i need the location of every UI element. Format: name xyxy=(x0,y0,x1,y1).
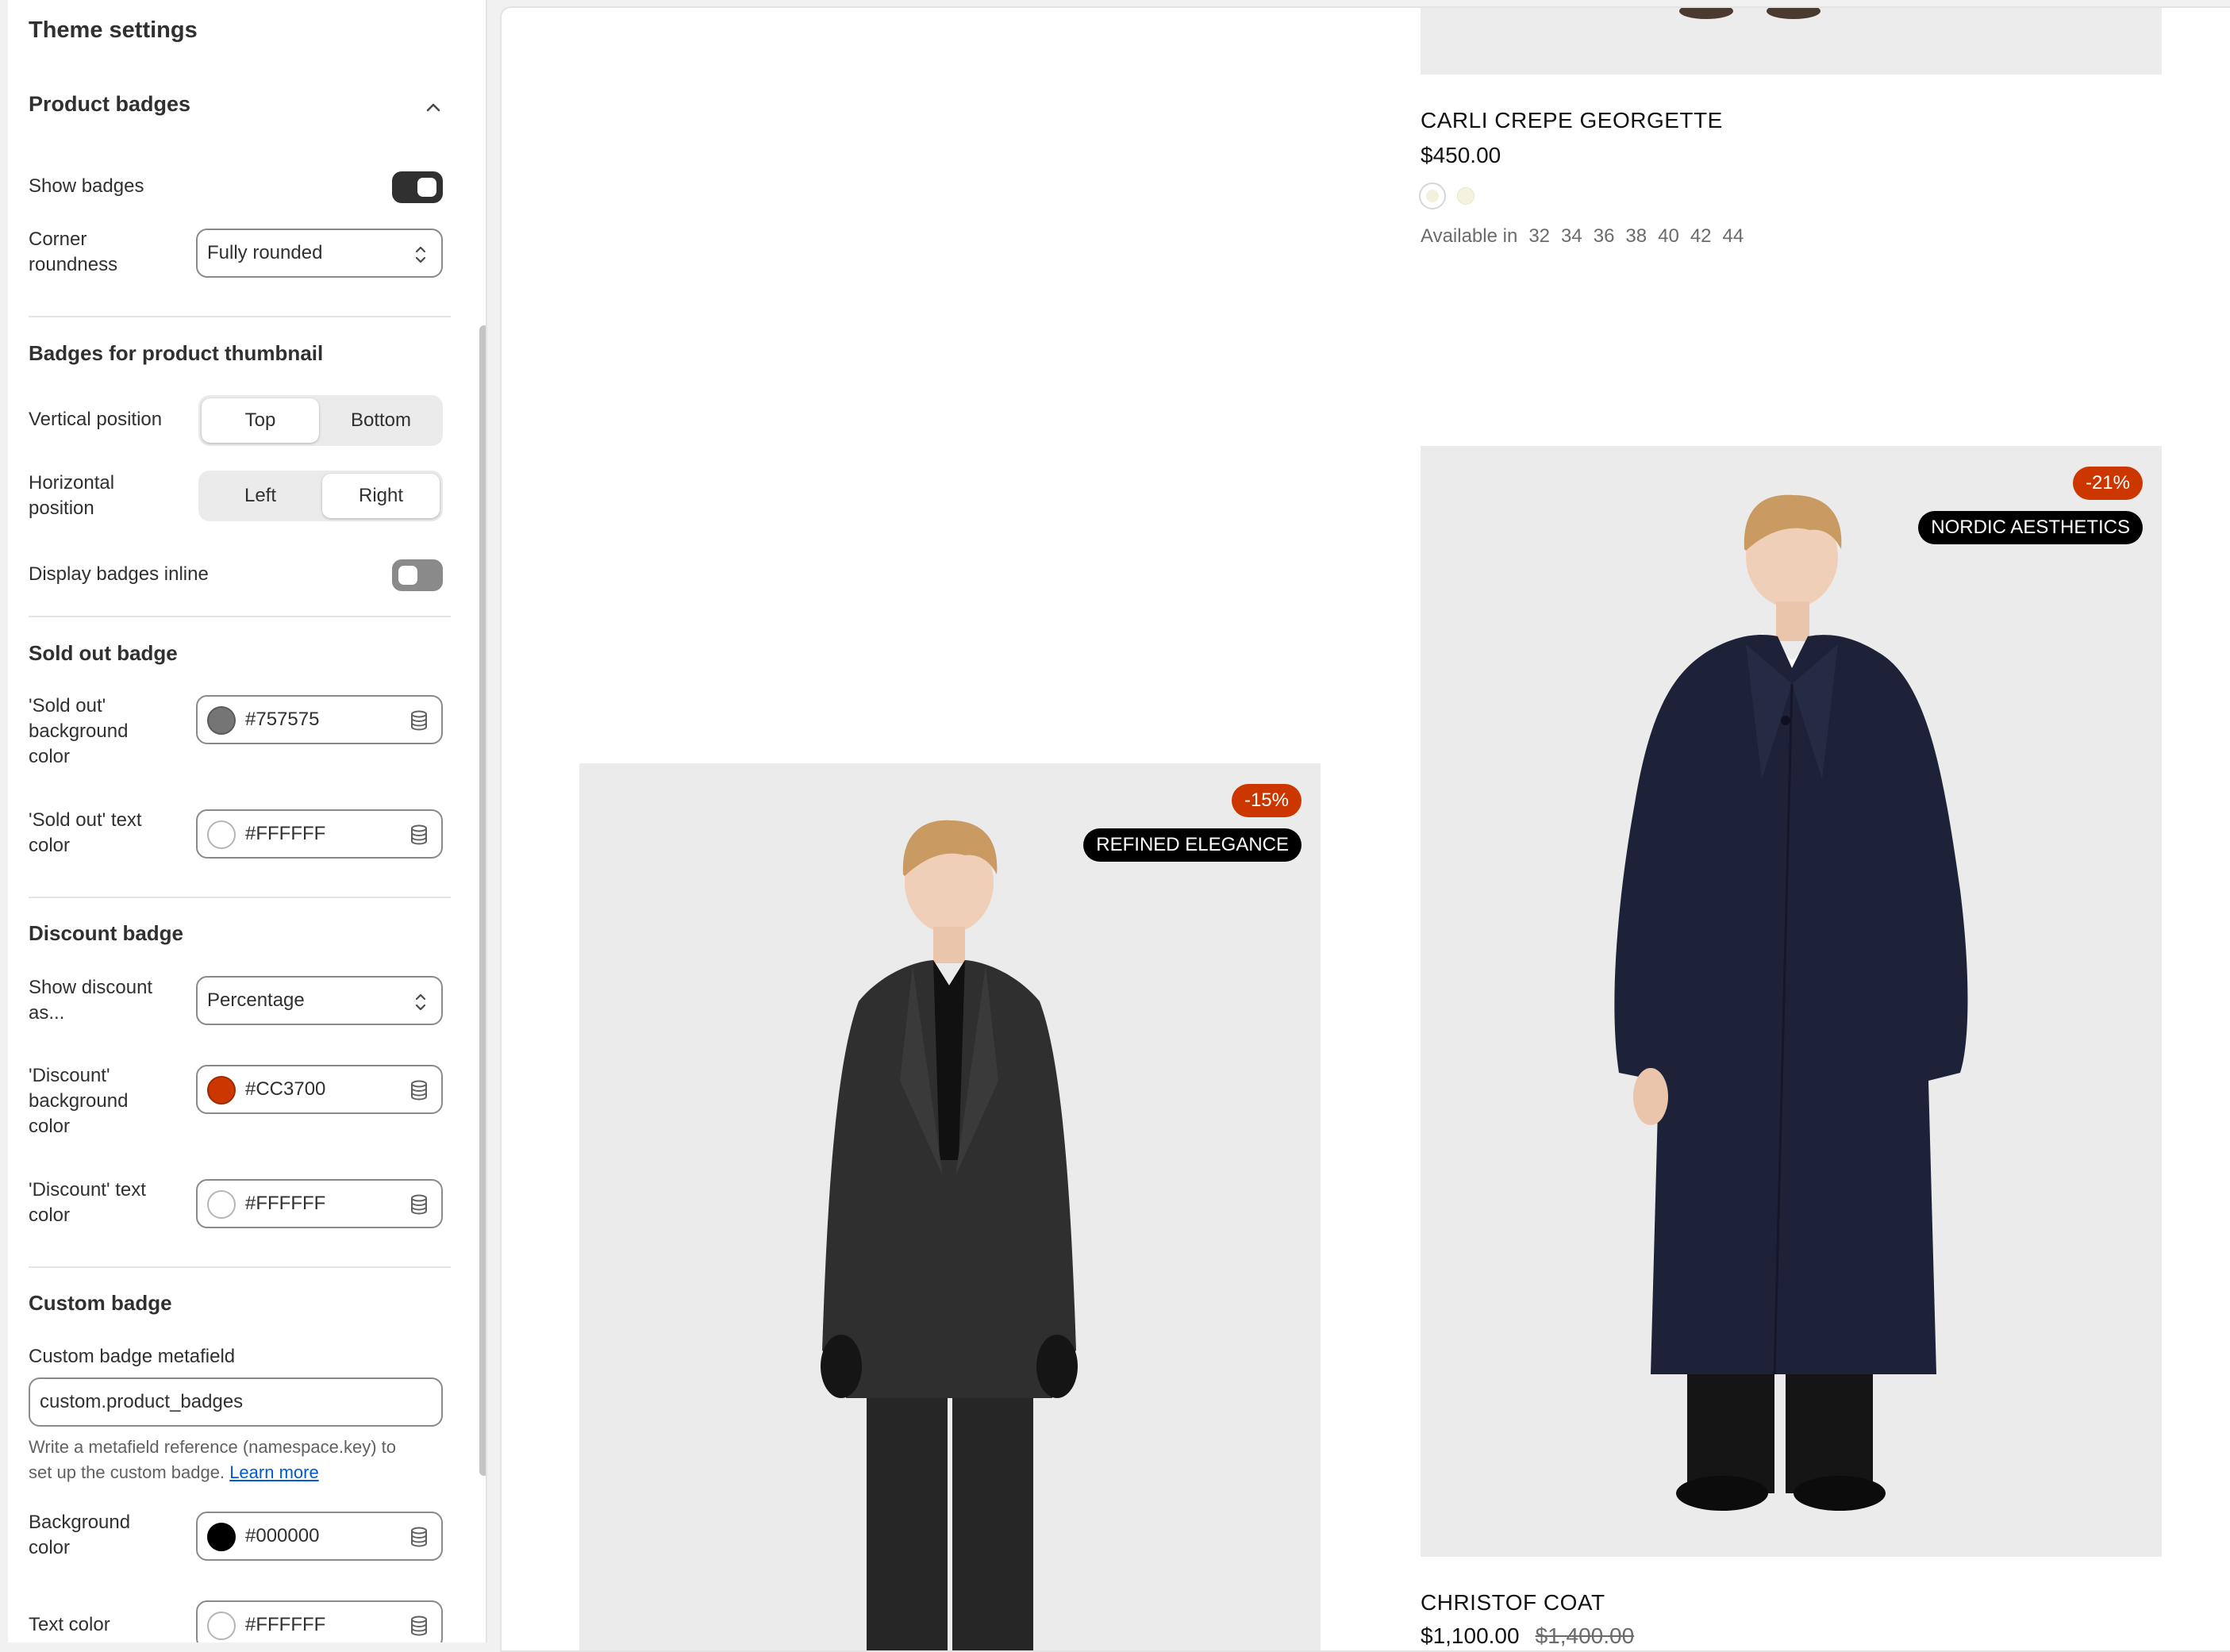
database-icon[interactable] xyxy=(409,710,429,731)
display-inline-toggle[interactable] xyxy=(392,559,443,591)
learn-more-link[interactable]: Learn more xyxy=(229,1462,319,1482)
color-swatch[interactable] xyxy=(1457,187,1474,205)
database-icon[interactable] xyxy=(409,1527,429,1547)
custom-badge: REFINED ELEGANCE xyxy=(1083,828,1301,862)
discount-bg-label: 'Discount' background color xyxy=(29,1065,129,1137)
corner-roundness-label: Corner roundness xyxy=(29,229,118,275)
compare-price: $1,400.00 xyxy=(1535,1623,1635,1648)
show-badges-toggle[interactable] xyxy=(392,171,443,203)
database-icon[interactable] xyxy=(409,824,429,845)
product-image-suit[interactable]: -15% REFINED ELEGANCE xyxy=(579,763,1321,1650)
storefront-preview: CARLI CREPE GEORGETTE $450.00 Available … xyxy=(500,6,2230,1652)
color-swatch[interactable] xyxy=(207,1523,236,1551)
horizontal-position-left[interactable]: Left xyxy=(202,474,319,518)
product-price: $450.00 xyxy=(1421,143,1501,167)
vertical-position-segmented: Top Bottom xyxy=(198,395,443,446)
product-image-coat[interactable]: -21% NORDIC AESTHETICS xyxy=(1421,446,2162,1557)
divider xyxy=(29,616,451,617)
model-suit-illustration xyxy=(821,820,1078,1650)
sold-out-bg-color-field[interactable]: #757575 xyxy=(196,695,443,744)
discount-badge: -15% xyxy=(1231,784,1301,817)
color-swatch[interactable] xyxy=(207,820,236,849)
custom-badge-heading: Custom badge xyxy=(29,1291,172,1315)
color-swatch-selected[interactable] xyxy=(1419,182,1446,209)
horizontal-position-segmented: Left Right xyxy=(198,471,443,521)
product-title[interactable]: CARLI CREPE GEORGETTE xyxy=(1421,108,1723,133)
color-swatch[interactable] xyxy=(207,1612,236,1640)
custom-metafield-help: Write a metafield reference (namespace.k… xyxy=(29,1437,397,1482)
custom-bg-color-field[interactable]: #000000 xyxy=(196,1512,443,1561)
database-icon[interactable] xyxy=(409,1616,429,1636)
theme-settings-panel: Theme settings Product badges Show badge… xyxy=(8,0,487,1642)
sold-out-bg-label: 'Sold out' background color xyxy=(29,695,129,767)
panel-scrollbar[interactable] xyxy=(479,325,486,1476)
color-swatch[interactable] xyxy=(207,1190,236,1219)
color-swatch[interactable] xyxy=(207,1076,236,1105)
discount-badge: -21% xyxy=(2072,467,2143,500)
product-image-top[interactable] xyxy=(1421,8,2162,75)
vertical-position-top[interactable]: Top xyxy=(202,398,319,443)
product-price: $1,100.00 $1,400.00 xyxy=(1421,1623,1635,1648)
divider xyxy=(29,897,451,898)
show-badges-label: Show badges xyxy=(29,175,144,197)
vertical-position-label: Vertical position xyxy=(29,409,163,430)
display-inline-label: Display badges inline xyxy=(29,563,209,585)
show-discount-select[interactable]: Percentage xyxy=(196,976,443,1025)
vertical-position-bottom[interactable]: Bottom xyxy=(322,398,440,443)
product-title[interactable]: CHRISTOF COAT xyxy=(1421,1590,1605,1616)
discount-heading: Discount badge xyxy=(29,921,184,945)
discount-text-label: 'Discount' text color xyxy=(29,1179,146,1226)
sold-out-text-label: 'Sold out' text color xyxy=(29,809,142,856)
shoes-illustration xyxy=(1679,8,1821,19)
database-icon[interactable] xyxy=(409,1080,429,1101)
custom-metafield-input[interactable]: custom.product_badges xyxy=(29,1377,443,1427)
custom-metafield-label: Custom badge metafield xyxy=(29,1346,236,1367)
thumbnail-badges-heading: Badges for product thumbnail xyxy=(29,341,324,365)
custom-badge: NORDIC AESTHETICS xyxy=(1918,511,2143,544)
select-arrows-icon xyxy=(415,246,426,263)
panel-title: Theme settings xyxy=(29,17,198,43)
sold-out-heading: Sold out badge xyxy=(29,641,178,665)
chevron-up-icon xyxy=(426,103,440,112)
custom-text-label: Text color xyxy=(29,1614,110,1635)
corner-roundness-select[interactable]: Fully rounded xyxy=(196,229,443,278)
divider xyxy=(29,1266,451,1268)
show-discount-label: Show discount as... xyxy=(29,977,153,1024)
color-swatch[interactable] xyxy=(207,706,236,735)
product-badges-header[interactable]: Product badges xyxy=(29,92,451,127)
available-sizes: Available in 32 34 36 38 40 42 44 xyxy=(1421,225,1744,247)
model-coat-illustration xyxy=(1614,494,1968,1511)
product-badges-heading: Product badges xyxy=(29,92,191,116)
discount-bg-color-field[interactable]: #CC3700 xyxy=(196,1065,443,1114)
select-arrows-icon xyxy=(415,993,426,1011)
horizontal-position-right[interactable]: Right xyxy=(322,474,440,518)
divider xyxy=(29,316,451,317)
horizontal-position-label: Horizontal position xyxy=(29,472,115,519)
custom-text-color-field[interactable]: #FFFFFF xyxy=(196,1600,443,1642)
discount-text-color-field[interactable]: #FFFFFF xyxy=(196,1179,443,1228)
sold-out-text-color-field[interactable]: #FFFFFF xyxy=(196,809,443,859)
custom-bg-label: Background color xyxy=(29,1512,131,1558)
database-icon[interactable] xyxy=(409,1194,429,1215)
